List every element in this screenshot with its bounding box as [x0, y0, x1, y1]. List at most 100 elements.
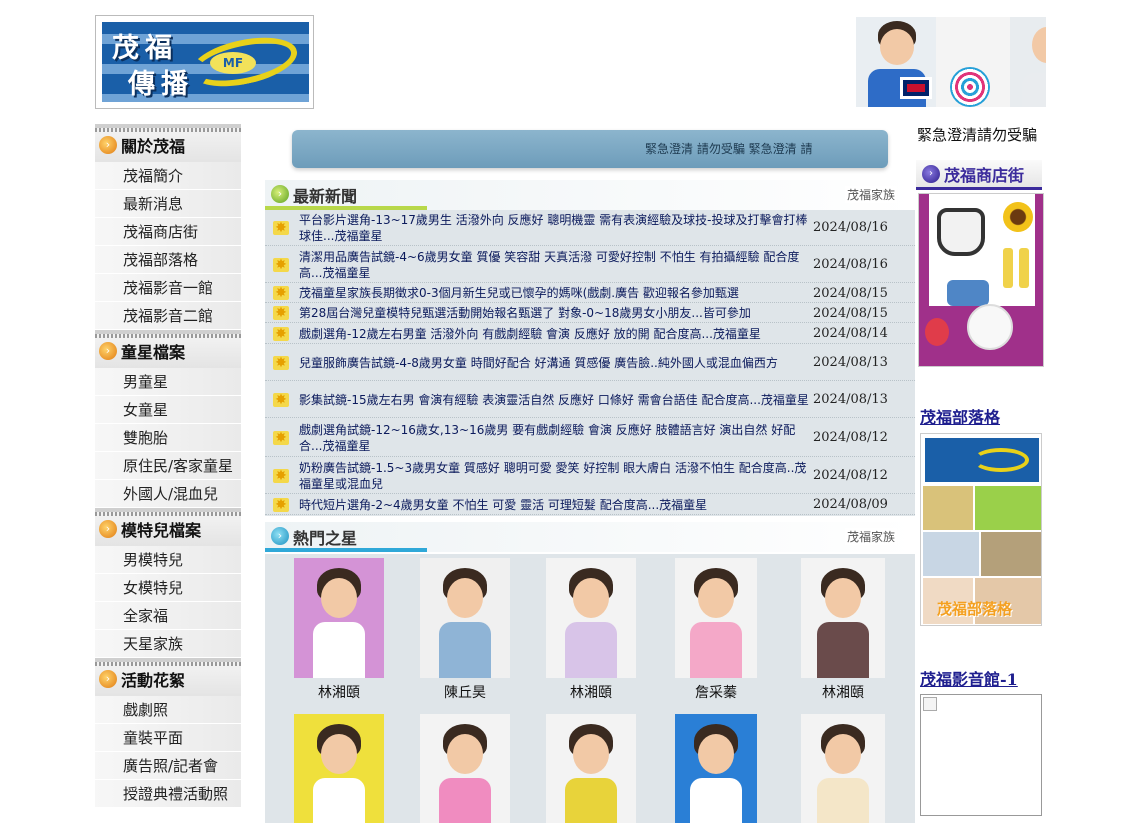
news-row[interactable]: ✸ 清潔用品廣告試鏡-4~6歲男女童 質優 笑容甜 天真活潑 可愛好控制 不怕生 … [265, 247, 915, 283]
star-card[interactable]: 林湘頤 [546, 558, 636, 702]
news-section-header: › 最新新聞 茂福家族 [265, 180, 915, 210]
marquee-text: 緊急澄清 請勿受騙 緊急澄清 請 [645, 142, 813, 156]
nav-bullet-icon: › [99, 670, 117, 688]
news-row[interactable]: ✸ 第28屆台灣兒童模特兒甄選活動開始報名甄選了 對象-0~18歲男女小朋友...… [265, 304, 915, 323]
news-star-icon: ✸ [273, 430, 289, 445]
news-title-link[interactable]: 奶粉廣告試鏡-1.5~3歲男女童 質感好 聰明可愛 愛笑 好控制 眼大膚白 活潑… [299, 460, 809, 492]
news-title-link[interactable]: 戲劇選角試鏡-12~16歲女,13~16歲男 要有戲劇經驗 會演 反應好 肢體語… [299, 422, 809, 454]
nav-item[interactable]: 茂福影音一館 [95, 274, 241, 302]
nav-item[interactable]: 男模特兒 [95, 546, 241, 574]
nav-item[interactable]: 戲劇照 [95, 696, 241, 724]
nav-item[interactable]: 原住民/客家童星 [95, 452, 241, 480]
star-photo[interactable] [801, 558, 885, 678]
star-photo[interactable] [420, 558, 510, 678]
star-photo[interactable] [546, 714, 636, 823]
star-card[interactable]: 林湘頤 [801, 558, 885, 702]
star-name[interactable]: 林湘頤 [294, 682, 384, 702]
star-card[interactable]: 詹采蓁 [675, 558, 757, 702]
star-photo[interactable] [294, 714, 384, 823]
blog-link[interactable]: 茂福部落格 [920, 404, 1000, 428]
stars-section-header: › 熱門之星 茂福家族 [265, 522, 915, 552]
nav-item[interactable]: 茂福簡介 [95, 162, 241, 190]
news-title-link[interactable]: 影集試鏡-15歲左右男 會演有經驗 表演靈活自然 反應好 口條好 需會台語佳 配… [299, 392, 809, 408]
news-star-icon: ✸ [273, 355, 289, 370]
star-card[interactable] [546, 714, 636, 823]
news-row[interactable]: ✸ 平台影片選角-13~17歲男生 活潑外向 反應好 聰明機靈 需有表演經驗及球技… [265, 210, 915, 246]
nav-item[interactable]: 男童星 [95, 368, 241, 396]
nav-item[interactable]: 授證典禮活動照 [95, 780, 241, 808]
nav-item[interactable]: 外國人/混血兒 [95, 480, 241, 508]
flag-icon [900, 77, 932, 99]
shop-bullet-icon: › [922, 164, 940, 183]
video-banner-broken-image[interactable] [920, 694, 1042, 816]
news-date: 2024/08/12 [813, 430, 888, 445]
nav-item[interactable]: 茂福影音二館 [95, 302, 241, 330]
news-star-icon: ✸ [273, 286, 289, 300]
blog-banner[interactable]: 茂福部落格 [920, 433, 1042, 626]
star-card[interactable]: 林湘頤 [294, 558, 384, 702]
news-date: 2024/08/12 [813, 468, 888, 483]
star-photo[interactable] [801, 714, 885, 823]
nav-item[interactable]: 雙胞胎 [95, 424, 241, 452]
logo-line1: 茂福 [112, 33, 178, 64]
nav-item[interactable]: 女模特兒 [95, 574, 241, 602]
news-row[interactable]: ✸ 茂福童星家族長期徵求0-3個月新生兒或已懷孕的媽咪(戲劇.廣告 歡迎報名參加甄… [265, 284, 915, 303]
news-row[interactable]: ✸ 時代短片選角-2~4歲男女童 不怕生 可愛 靈活 可理短髮 配合度高...茂福… [265, 495, 915, 515]
news-title-link[interactable]: 時代短片選角-2~4歲男女童 不怕生 可愛 靈活 可理短髮 配合度高...茂福童… [299, 497, 809, 513]
star-photo[interactable] [675, 714, 757, 823]
stars-family-link[interactable]: 茂福家族 [844, 528, 897, 545]
star-photo[interactable] [546, 558, 636, 678]
nav-item[interactable]: 茂福部落格 [95, 246, 241, 274]
news-star-icon: ✸ [273, 468, 289, 483]
nav-item[interactable]: 最新消息 [95, 190, 241, 218]
nav-bullet-icon: › [99, 520, 117, 538]
star-photo[interactable] [420, 714, 510, 823]
nav-item[interactable]: 全家福 [95, 602, 241, 630]
star-name[interactable]: 林湘頤 [801, 682, 885, 702]
star-photo[interactable] [675, 558, 757, 678]
stars-grid: 林湘頤 陳丘昊 林湘頤 詹采蓁 林湘頤 [265, 554, 915, 823]
news-row[interactable]: ✸ 兒童服飾廣告試鏡-4-8歲男女童 時間好配合 好溝通 質感優 廣告臉..純外國… [265, 345, 915, 381]
nav-item[interactable]: 茂福商店街 [95, 218, 241, 246]
star-photo[interactable] [294, 558, 384, 678]
shop-banner[interactable] [918, 193, 1044, 367]
star-name[interactable]: 詹采蓁 [675, 682, 757, 702]
news-row[interactable]: ✸ 奶粉廣告試鏡-1.5~3歲男女童 質感好 聰明可愛 愛笑 好控制 眼大膚白 活… [265, 458, 915, 494]
nav-section-title: 模特兒檔案 [121, 521, 202, 540]
stars-section-title: 熱門之星 [293, 529, 358, 548]
news-date: 2024/08/16 [813, 257, 888, 272]
news-star-icon: ✸ [273, 257, 289, 272]
star-name[interactable]: 陳丘昊 [420, 682, 510, 702]
star-card[interactable] [801, 714, 885, 823]
news-title-link[interactable]: 兒童服飾廣告試鏡-4-8歲男女童 時間好配合 好溝通 質感優 廣告臉..純外國人… [299, 355, 809, 371]
news-title-link[interactable]: 第28屆台灣兒童模特兒甄選活動開始報名甄選了 對象-0~18歲男女小朋友...皆… [299, 305, 809, 321]
star-name[interactable]: 林湘頤 [546, 682, 636, 702]
news-row[interactable]: ✸ 影集試鏡-15歲左右男 會演有經驗 表演靈活自然 反應好 口條好 需會台語佳 … [265, 382, 915, 418]
star-card[interactable] [294, 714, 384, 823]
star-card[interactable]: 陳丘昊 [420, 558, 510, 702]
star-card[interactable] [420, 714, 510, 823]
nav-item[interactable]: 童裝平面 [95, 724, 241, 752]
news-date: 2024/08/15 [813, 285, 888, 301]
news-row[interactable]: ✸ 戲劇選角-12歲左右男童 活潑外向 有戲劇經驗 會演 反應好 放的開 配合度高… [265, 324, 915, 344]
news-date: 2024/08/15 [813, 305, 888, 321]
site-logo[interactable]: MF 茂福 傳播 [95, 15, 314, 109]
stars-bullet-icon: › [271, 527, 289, 545]
nav-item[interactable]: 女童星 [95, 396, 241, 424]
news-title-link[interactable]: 平台影片選角-13~17歲男生 活潑外向 反應好 聰明機靈 需有表演經驗及球技-… [299, 212, 809, 244]
news-row[interactable]: ✸ 戲劇選角試鏡-12~16歲女,13~16歲男 要有戲劇經驗 會演 反應好 肢體… [265, 419, 915, 457]
plate-icon [967, 304, 1013, 350]
header-photo-boy [856, 17, 936, 107]
video-link[interactable]: 茂福影音館-1 [920, 666, 1018, 690]
news-title-link[interactable]: 清潔用品廣告試鏡-4~6歲男女童 質優 笑容甜 天真活潑 可愛好控制 不怕生 有… [299, 249, 809, 281]
news-section-title: 最新新聞 [293, 187, 358, 206]
blog-badge-text: 茂福部落格 [937, 600, 1013, 618]
shop-title: 茂福商店街 [944, 165, 1025, 185]
news-title-link[interactable]: 戲劇選角-12歲左右男童 活潑外向 有戲劇經驗 會演 反應好 放的開 配合度高.… [299, 326, 809, 342]
star-card[interactable] [675, 714, 757, 823]
news-title-link[interactable]: 茂福童星家族長期徵求0-3個月新生兒或已懷孕的媽咪(戲劇.廣告 歡迎報名參加甄選 [299, 285, 809, 301]
nav-item[interactable]: 天星家族 [95, 630, 241, 658]
lollipop-icon [950, 67, 990, 107]
nav-item[interactable]: 廣告照/記者會 [95, 752, 241, 780]
news-family-link[interactable]: 茂福家族 [844, 186, 897, 203]
